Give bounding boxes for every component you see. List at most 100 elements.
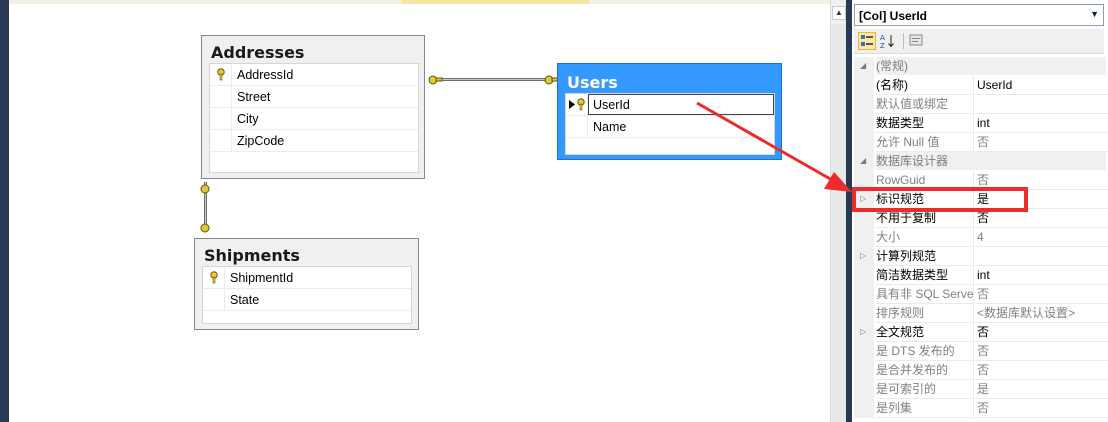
- table-shipments[interactable]: Shipments ShipmentId State: [194, 238, 419, 330]
- row-gutter: [854, 76, 874, 95]
- property-name: 排序规则: [876, 304, 974, 323]
- alphabetical-glyph: AZ: [880, 34, 894, 50]
- column-row[interactable]: ShipmentId: [203, 267, 411, 289]
- row-selector[interactable]: [210, 130, 232, 151]
- category-label: 数据库设计器: [876, 152, 1106, 170]
- property-row[interactable]: 默认值或绑定: [854, 95, 1108, 114]
- row-gutter: [854, 228, 874, 247]
- row-gutter: ◢: [854, 57, 874, 76]
- row-gutter: [854, 114, 874, 133]
- column-name: AddressId: [237, 68, 294, 82]
- property-row[interactable]: ▷ 计算列规范: [854, 247, 1108, 266]
- category-database-designer[interactable]: ◢ 数据库设计器: [854, 152, 1108, 171]
- object-selector-value: [Col] UserId: [859, 9, 928, 23]
- row-gutter: ▷: [854, 247, 874, 266]
- column-row[interactable]: Name: [566, 116, 774, 138]
- row-gutter: [854, 304, 874, 323]
- column-row-active[interactable]: UserId: [566, 94, 774, 116]
- property-value[interactable]: <数据库默认设置>: [975, 304, 1108, 323]
- row-gutter: [854, 380, 874, 399]
- collapse-triangle-icon[interactable]: ◢: [860, 157, 866, 165]
- property-value[interactable]: [975, 95, 1108, 114]
- property-name: 是列集: [876, 399, 974, 418]
- categorized-icon[interactable]: [858, 32, 876, 50]
- column-name: ZipCode: [237, 134, 285, 148]
- row-selector[interactable]: [566, 94, 588, 115]
- table-users[interactable]: Users UserId Name: [557, 63, 782, 160]
- column-grid: AddressId Street City ZipCode: [209, 63, 419, 173]
- row-gutter: [854, 266, 874, 285]
- relation-key-icon: [200, 184, 210, 194]
- property-pages-icon[interactable]: [908, 32, 926, 50]
- column-name: Street: [237, 90, 271, 104]
- property-value[interactable]: 否: [975, 361, 1108, 380]
- chevron-down-icon[interactable]: ▼: [1090, 9, 1099, 19]
- row-gutter: [854, 342, 874, 361]
- property-row[interactable]: 是 DTS 发布的 否: [854, 342, 1108, 361]
- row-gutter: [854, 361, 874, 380]
- property-row[interactable]: 排序规则 <数据库默认设置>: [854, 304, 1108, 323]
- property-row[interactable]: 数据类型 int: [854, 114, 1108, 133]
- column-name: State: [230, 293, 260, 307]
- row-selector[interactable]: [203, 289, 225, 310]
- property-row[interactable]: 是合并发布的 否: [854, 361, 1108, 380]
- property-value[interactable]: 否: [975, 133, 1108, 152]
- property-value[interactable]: 否: [975, 399, 1108, 418]
- property-value[interactable]: 否: [975, 323, 1108, 342]
- property-row[interactable]: ▷ 全文规范 否: [854, 323, 1108, 342]
- row-gutter: [854, 399, 874, 418]
- column-row[interactable]: City: [210, 108, 418, 130]
- svg-text:Z: Z: [880, 42, 885, 50]
- property-name: 简洁数据类型: [876, 266, 974, 285]
- alphabetical-icon[interactable]: AZ: [879, 32, 897, 50]
- column-row[interactable]: ZipCode: [210, 130, 418, 152]
- property-value[interactable]: 4: [975, 228, 1108, 247]
- collapse-triangle-icon[interactable]: ◢: [860, 62, 866, 70]
- property-value[interactable]: int: [975, 114, 1108, 133]
- row-gutter: [854, 285, 874, 304]
- relation-key-icon: [428, 75, 443, 85]
- row-gutter: ▷: [854, 323, 874, 342]
- property-value[interactable]: 否: [975, 285, 1108, 304]
- diagram-canvas[interactable]: Addresses AddressId Street City ZipCode …: [9, 0, 830, 422]
- column-row[interactable]: State: [203, 289, 411, 311]
- property-name: 计算列规范: [876, 247, 974, 266]
- property-name: 数据类型: [876, 114, 974, 133]
- canvas-vertical-scrollbar[interactable]: ▲: [830, 0, 846, 422]
- column-row[interactable]: AddressId: [210, 64, 418, 86]
- properties-toolbar: AZ: [854, 29, 1104, 54]
- row-selector[interactable]: [210, 108, 232, 129]
- table-addresses[interactable]: Addresses AddressId Street City ZipCode: [201, 35, 425, 179]
- category-label: (常规): [876, 57, 1106, 75]
- property-row[interactable]: 大小 4: [854, 228, 1108, 247]
- svg-text:A: A: [880, 34, 885, 42]
- scroll-up-arrow-icon[interactable]: ▲: [832, 6, 846, 20]
- property-name: 是可索引的: [876, 380, 974, 399]
- object-selector-dropdown[interactable]: [Col] UserId ▼: [854, 4, 1104, 26]
- category-general[interactable]: ◢ (常规): [854, 57, 1108, 76]
- row-selector[interactable]: [210, 86, 232, 107]
- property-row[interactable]: 简洁数据类型 int: [854, 266, 1108, 285]
- scroll-track[interactable]: [831, 24, 846, 422]
- property-value[interactable]: [975, 247, 1108, 266]
- row-gutter: [854, 133, 874, 152]
- property-row[interactable]: 是列集 否: [854, 399, 1108, 418]
- property-grid: ◢ (常规) (名称) UserId 默认值或绑定 数据类型 int 允许 Nu…: [854, 57, 1108, 418]
- property-value[interactable]: 否: [975, 342, 1108, 361]
- row-selector[interactable]: [566, 116, 588, 137]
- property-value[interactable]: UserId: [975, 76, 1108, 95]
- property-value[interactable]: int: [975, 266, 1108, 285]
- property-row[interactable]: 是可索引的 是: [854, 380, 1108, 399]
- expand-triangle-icon[interactable]: ▷: [860, 328, 866, 336]
- column-row[interactable]: Street: [210, 86, 418, 108]
- row-gutter: ◢: [854, 152, 874, 171]
- relation-key-icon: [200, 223, 210, 233]
- property-row[interactable]: 具有非 SQL Server 否: [854, 285, 1108, 304]
- toolbar-separator: [903, 33, 904, 49]
- property-row[interactable]: 允许 Null 值 否: [854, 133, 1108, 152]
- column-name: Name: [593, 120, 627, 134]
- property-row[interactable]: (名称) UserId: [854, 76, 1108, 95]
- expand-triangle-icon[interactable]: ▷: [860, 252, 866, 260]
- categorized-glyph: [861, 35, 873, 46]
- property-value[interactable]: 是: [975, 380, 1108, 399]
